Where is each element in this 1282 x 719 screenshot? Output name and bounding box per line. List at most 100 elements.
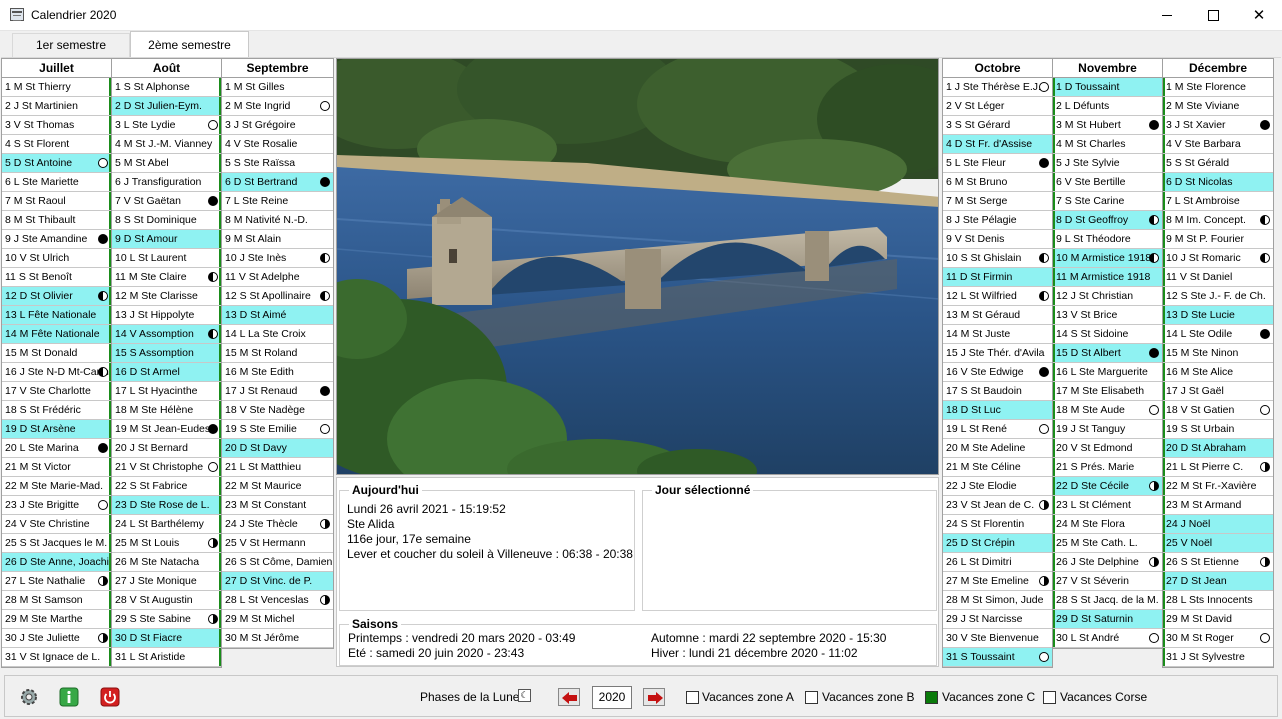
day-cell[interactable]: 2 M Ste Ingrid bbox=[222, 97, 333, 116]
day-cell[interactable]: 30 D St Fiacre bbox=[112, 629, 221, 648]
day-cell[interactable]: 9 L St Théodore bbox=[1053, 230, 1162, 249]
day-cell[interactable]: 1 S St Alphonse bbox=[112, 78, 221, 97]
day-cell[interactable]: 20 L Ste Marina bbox=[2, 439, 111, 458]
day-cell[interactable]: 30 L St André bbox=[1053, 629, 1162, 648]
day-cell[interactable]: 21 L St Matthieu bbox=[222, 458, 333, 477]
day-cell[interactable]: 23 V St Jean de C. bbox=[943, 496, 1052, 515]
tab-first-semester[interactable]: 1er semestre bbox=[12, 33, 130, 58]
day-cell[interactable]: 12 D St Olivier bbox=[2, 287, 111, 306]
day-cell[interactable]: 8 M Im. Concept. bbox=[1163, 211, 1273, 230]
day-cell[interactable]: 24 M Ste Flora bbox=[1053, 515, 1162, 534]
day-cell[interactable]: 30 V Ste Bienvenue bbox=[943, 629, 1052, 648]
day-cell[interactable]: 16 J Ste N-D Mt-Carmel bbox=[2, 363, 111, 382]
day-cell[interactable]: 6 L Ste Mariette bbox=[2, 173, 111, 192]
day-cell[interactable]: 17 S St Baudoin bbox=[943, 382, 1052, 401]
day-cell[interactable]: 29 D St Saturnin bbox=[1053, 610, 1162, 629]
day-cell[interactable]: 20 D St Davy bbox=[222, 439, 333, 458]
day-cell[interactable]: 8 D St Geoffroy bbox=[1053, 211, 1162, 230]
day-cell[interactable]: 27 D St Jean bbox=[1163, 572, 1273, 591]
next-year-button[interactable] bbox=[643, 688, 665, 706]
day-cell[interactable]: 1 M St Gilles bbox=[222, 78, 333, 97]
day-cell[interactable]: 3 L Ste Lydie bbox=[112, 116, 221, 135]
day-cell[interactable]: 16 V Ste Edwige bbox=[943, 363, 1052, 382]
day-cell[interactable]: 22 D Ste Cécile bbox=[1053, 477, 1162, 496]
day-cell[interactable]: 17 M Ste Elisabeth bbox=[1053, 382, 1162, 401]
day-cell[interactable]: 15 J Ste Thér. d'Avila bbox=[943, 344, 1052, 363]
day-cell[interactable]: 29 S Ste Sabine bbox=[112, 610, 221, 629]
day-cell[interactable]: 9 D St Amour bbox=[112, 230, 221, 249]
day-cell[interactable]: 23 J Ste Brigitte bbox=[2, 496, 111, 515]
day-cell[interactable]: 31 J St Sylvestre bbox=[1163, 648, 1273, 667]
day-cell[interactable]: 13 D St Aimé bbox=[222, 306, 333, 325]
day-cell[interactable]: 21 V St Christophe bbox=[112, 458, 221, 477]
day-cell[interactable]: 22 M St Fr.-Xavière bbox=[1163, 477, 1273, 496]
day-cell[interactable]: 18 V St Gatien bbox=[1163, 401, 1273, 420]
day-cell[interactable]: 28 M St Simon, Jude bbox=[943, 591, 1052, 610]
year-input[interactable]: 2020 bbox=[592, 686, 632, 709]
day-cell[interactable]: 22 M Ste Marie-Mad. bbox=[2, 477, 111, 496]
day-cell[interactable]: 10 S St Ghislain bbox=[943, 249, 1052, 268]
day-cell[interactable]: 30 M St Jérôme bbox=[222, 629, 333, 648]
day-cell[interactable]: 3 S St Gérard bbox=[943, 116, 1052, 135]
day-cell[interactable]: 25 S St Jacques le M. bbox=[2, 534, 111, 553]
day-cell[interactable]: 1 M Ste Florence bbox=[1163, 78, 1273, 97]
minimize-button[interactable] bbox=[1144, 0, 1190, 30]
day-cell[interactable]: 21 M St Victor bbox=[2, 458, 111, 477]
day-cell[interactable]: 14 L Ste Odile bbox=[1163, 325, 1273, 344]
day-cell[interactable]: 4 M St J.-M. Vianney bbox=[112, 135, 221, 154]
day-cell[interactable]: 17 L St Hyacinthe bbox=[112, 382, 221, 401]
day-cell[interactable]: 15 M St Donald bbox=[2, 344, 111, 363]
day-cell[interactable]: 6 V Ste Bertille bbox=[1053, 173, 1162, 192]
day-cell[interactable]: 16 L Ste Marguerite bbox=[1053, 363, 1162, 382]
day-cell[interactable]: 5 J Ste Sylvie bbox=[1053, 154, 1162, 173]
day-cell[interactable]: 27 J Ste Monique bbox=[112, 572, 221, 591]
day-cell[interactable]: 9 J Ste Amandine bbox=[2, 230, 111, 249]
day-cell[interactable]: 5 L Ste Fleur bbox=[943, 154, 1052, 173]
day-cell[interactable]: 31 V St Ignace de L. bbox=[2, 648, 111, 667]
day-cell[interactable]: 12 M Ste Clarisse bbox=[112, 287, 221, 306]
day-cell[interactable]: 13 L Fête Nationale bbox=[2, 306, 111, 325]
previous-year-button[interactable] bbox=[558, 688, 580, 706]
day-cell[interactable]: 21 L St Pierre C. bbox=[1163, 458, 1273, 477]
day-cell[interactable]: 2 J St Martinien bbox=[2, 97, 111, 116]
day-cell[interactable]: 13 D Ste Lucie bbox=[1163, 306, 1273, 325]
day-cell[interactable]: 5 S St Gérald bbox=[1163, 154, 1273, 173]
info-icon[interactable] bbox=[58, 686, 80, 708]
day-cell[interactable]: 17 J St Gaël bbox=[1163, 382, 1273, 401]
day-cell[interactable]: 7 M St Serge bbox=[943, 192, 1052, 211]
day-cell[interactable]: 23 M St Constant bbox=[222, 496, 333, 515]
day-cell[interactable]: 8 J Ste Pélagie bbox=[943, 211, 1052, 230]
day-cell[interactable]: 27 V St Séverin bbox=[1053, 572, 1162, 591]
day-cell[interactable]: 22 S St Fabrice bbox=[112, 477, 221, 496]
day-cell[interactable]: 14 S St Sidoine bbox=[1053, 325, 1162, 344]
day-cell[interactable]: 13 J St Hippolyte bbox=[112, 306, 221, 325]
day-cell[interactable]: 6 J Transfiguration bbox=[112, 173, 221, 192]
day-cell[interactable]: 1 D Toussaint bbox=[1053, 78, 1162, 97]
day-cell[interactable]: 10 V St Ulrich bbox=[2, 249, 111, 268]
day-cell[interactable]: 19 S St Urbain bbox=[1163, 420, 1273, 439]
day-cell[interactable]: 10 J St Romaric bbox=[1163, 249, 1273, 268]
day-cell[interactable]: 4 V Ste Rosalie bbox=[222, 135, 333, 154]
day-cell[interactable]: 11 V St Daniel bbox=[1163, 268, 1273, 287]
day-cell[interactable]: 16 M Ste Alice bbox=[1163, 363, 1273, 382]
day-cell[interactable]: 12 J St Christian bbox=[1053, 287, 1162, 306]
day-cell[interactable]: 4 M St Charles bbox=[1053, 135, 1162, 154]
day-cell[interactable]: 15 M Ste Ninon bbox=[1163, 344, 1273, 363]
zone-b-checkbox[interactable] bbox=[805, 691, 818, 704]
day-cell[interactable]: 31 S Toussaint bbox=[943, 648, 1052, 667]
moon-phases-toggle[interactable]: ☾ bbox=[518, 689, 531, 702]
day-cell[interactable]: 24 L St Barthélemy bbox=[112, 515, 221, 534]
day-cell[interactable]: 26 J Ste Delphine bbox=[1053, 553, 1162, 572]
day-cell[interactable]: 12 S Ste J.- F. de Ch. bbox=[1163, 287, 1273, 306]
day-cell[interactable]: 2 D St Julien-Eym. bbox=[112, 97, 221, 116]
day-cell[interactable]: 13 M St Géraud bbox=[943, 306, 1052, 325]
day-cell[interactable]: 26 S St Etienne bbox=[1163, 553, 1273, 572]
day-cell[interactable]: 20 D St Abraham bbox=[1163, 439, 1273, 458]
day-cell[interactable]: 31 L St Aristide bbox=[112, 648, 221, 667]
corse-checkbox[interactable] bbox=[1043, 691, 1056, 704]
day-cell[interactable]: 29 J St Narcisse bbox=[943, 610, 1052, 629]
day-cell[interactable]: 3 J St Grégoire bbox=[222, 116, 333, 135]
maximize-button[interactable] bbox=[1190, 0, 1236, 30]
day-cell[interactable]: 24 J Noël bbox=[1163, 515, 1273, 534]
day-cell[interactable]: 26 S St Côme, Damien bbox=[222, 553, 333, 572]
